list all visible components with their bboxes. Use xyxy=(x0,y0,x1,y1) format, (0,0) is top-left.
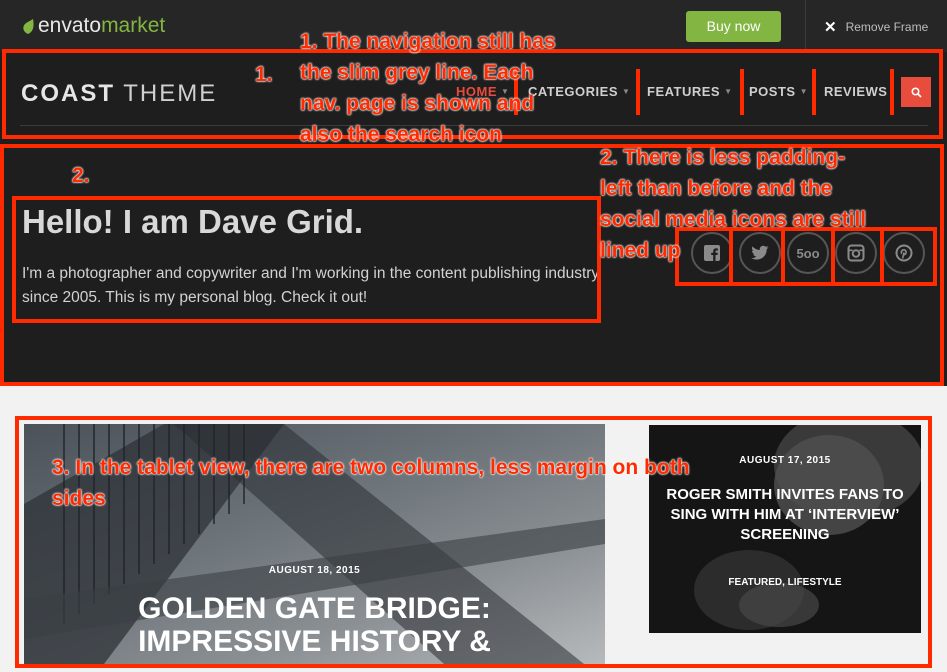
envato-leaf-icon xyxy=(23,18,34,34)
annotation-divider xyxy=(812,69,816,115)
annotation-divider xyxy=(890,69,894,115)
remove-frame-link[interactable]: ✕ Remove Frame xyxy=(824,18,928,36)
annotation-line: 2. There is less padding- xyxy=(600,146,846,169)
annotation-divider xyxy=(636,69,640,115)
bar-divider xyxy=(805,0,806,52)
annotation-line: 1. The navigation still has xyxy=(300,30,556,53)
close-icon: ✕ xyxy=(824,19,837,36)
remove-frame-label: Remove Frame xyxy=(845,20,929,34)
buy-now-button[interactable]: Buy now xyxy=(686,11,781,42)
annotation-divider xyxy=(740,69,744,115)
annotation-line: 3. In the tablet view, there are two col… xyxy=(52,456,690,479)
envato-market-logo[interactable]: envato market xyxy=(22,14,165,38)
annotation-line: left than before and the xyxy=(600,177,833,200)
annotation-line: lined up xyxy=(600,239,681,262)
annotation-text-2: 2. There is less padding- left than befo… xyxy=(600,142,866,266)
annotation-text-1: 1. The navigation still has the slim gre… xyxy=(300,26,556,150)
annotation-line: nav. page is shown and xyxy=(300,92,535,115)
annotation-divider xyxy=(880,227,884,286)
annotation-line: the slim grey line. Each xyxy=(300,61,534,84)
market-logo-text: market xyxy=(101,14,166,37)
envato-logo-text: envato xyxy=(38,14,102,37)
annotation-line: also the search icon xyxy=(300,123,502,146)
annotation-label-2: 2. xyxy=(72,164,90,187)
annotation-line: social media icons are still xyxy=(600,208,867,231)
annotation-line: sides xyxy=(52,487,106,510)
annotation-label-1: 1. xyxy=(255,63,273,86)
annotation-text-3: 3. In the tablet view, there are two col… xyxy=(52,452,792,514)
annotation-box-hero-text xyxy=(12,196,601,323)
